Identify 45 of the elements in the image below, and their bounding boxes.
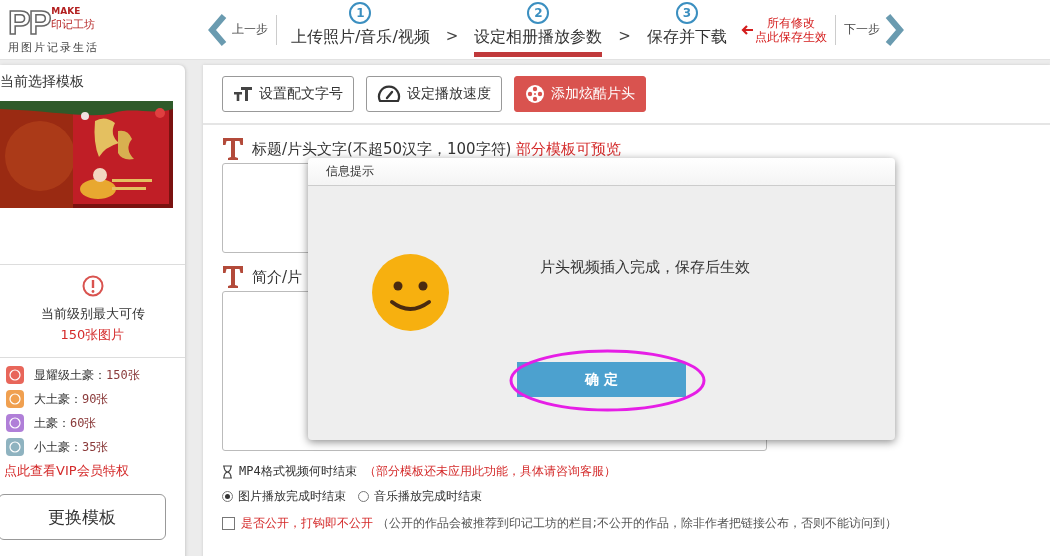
dialog-message: 片头视频插入完成，保存后生效 xyxy=(540,258,750,277)
upload-limit-text: 当前级别最大可传 xyxy=(40,305,145,323)
upload-limit-count: 150张图片 xyxy=(60,326,125,344)
smiley-icon xyxy=(372,254,449,331)
step-tab[interactable]: 3 保存并下载 xyxy=(646,2,727,57)
warning-icon xyxy=(81,275,104,297)
step-tab[interactable]: 2 设定相册播放参数 xyxy=(474,2,603,57)
logo-letters: PP xyxy=(8,4,50,40)
hourglass-icon xyxy=(222,464,233,479)
checkbox[interactable] xyxy=(222,517,235,530)
chevron-right-icon xyxy=(883,13,904,46)
logo-slogan: 用图片记录生活 xyxy=(8,40,100,55)
end-option-label: MP4格式视频何时结束 （部分模板还未应用此功能，具体请咨询客服） xyxy=(239,463,616,480)
field-label: 标题/片头文字(不超50汉字，100字符) 部分模板可预览 xyxy=(252,139,622,159)
left-arrow-icon xyxy=(740,24,753,35)
text-icon xyxy=(222,265,244,289)
step-tab[interactable]: 1 上传照片/音乐/视频 xyxy=(291,2,430,57)
public-option-text: 是否公开，打钩即不公开 （公开的作品会被推荐到印记工坊的栏目;不公开的作品，除非作者把链接公布，否则不能访问到） xyxy=(241,515,897,532)
field-label: 简介/片 xyxy=(252,267,303,287)
film-reel-icon xyxy=(525,84,545,104)
prev-step-button[interactable]: 上一步 xyxy=(200,13,276,46)
member-level-text: 小土豪：35张 xyxy=(34,438,109,456)
logo-brand-text: 印记工坊 xyxy=(51,18,96,31)
font-size-icon xyxy=(233,86,253,102)
gauge-icon xyxy=(377,83,401,105)
save-hint-text[interactable]: 点此保存生效 xyxy=(754,29,827,44)
step-separator: > xyxy=(445,27,459,47)
step-separator: > xyxy=(618,27,631,47)
toolbar-button[interactable]: 设定播放速度 xyxy=(366,76,502,112)
next-step-button[interactable]: 下一步 xyxy=(835,13,912,46)
radio-option[interactable]: 音乐播放完成时结束 xyxy=(358,488,482,505)
panel-title: 当前选择模板 xyxy=(0,73,84,91)
dialog-title: 信息提示 xyxy=(326,163,374,180)
vip-link[interactable]: 点此查看VIP会员特权 xyxy=(4,462,129,480)
change-template-button[interactable]: 更换模板 xyxy=(0,494,166,540)
radio-option[interactable]: 图片播放完成时结束 xyxy=(222,488,346,505)
text-icon xyxy=(222,137,244,161)
member-level-text: 大土豪：90张 xyxy=(34,390,109,408)
save-hint-text[interactable]: 所有修改 xyxy=(766,15,815,30)
member-level-text: 土豪：60张 xyxy=(34,414,97,432)
member-level-text: 显耀级土豪：150张 xyxy=(34,366,140,384)
toolbar-button[interactable]: 添加炫酷片头 xyxy=(514,76,646,112)
toolbar-button[interactable]: 设置配文字号 xyxy=(222,76,354,112)
logo-make-text: MAKE xyxy=(51,5,82,18)
chevron-left-icon xyxy=(208,13,228,46)
